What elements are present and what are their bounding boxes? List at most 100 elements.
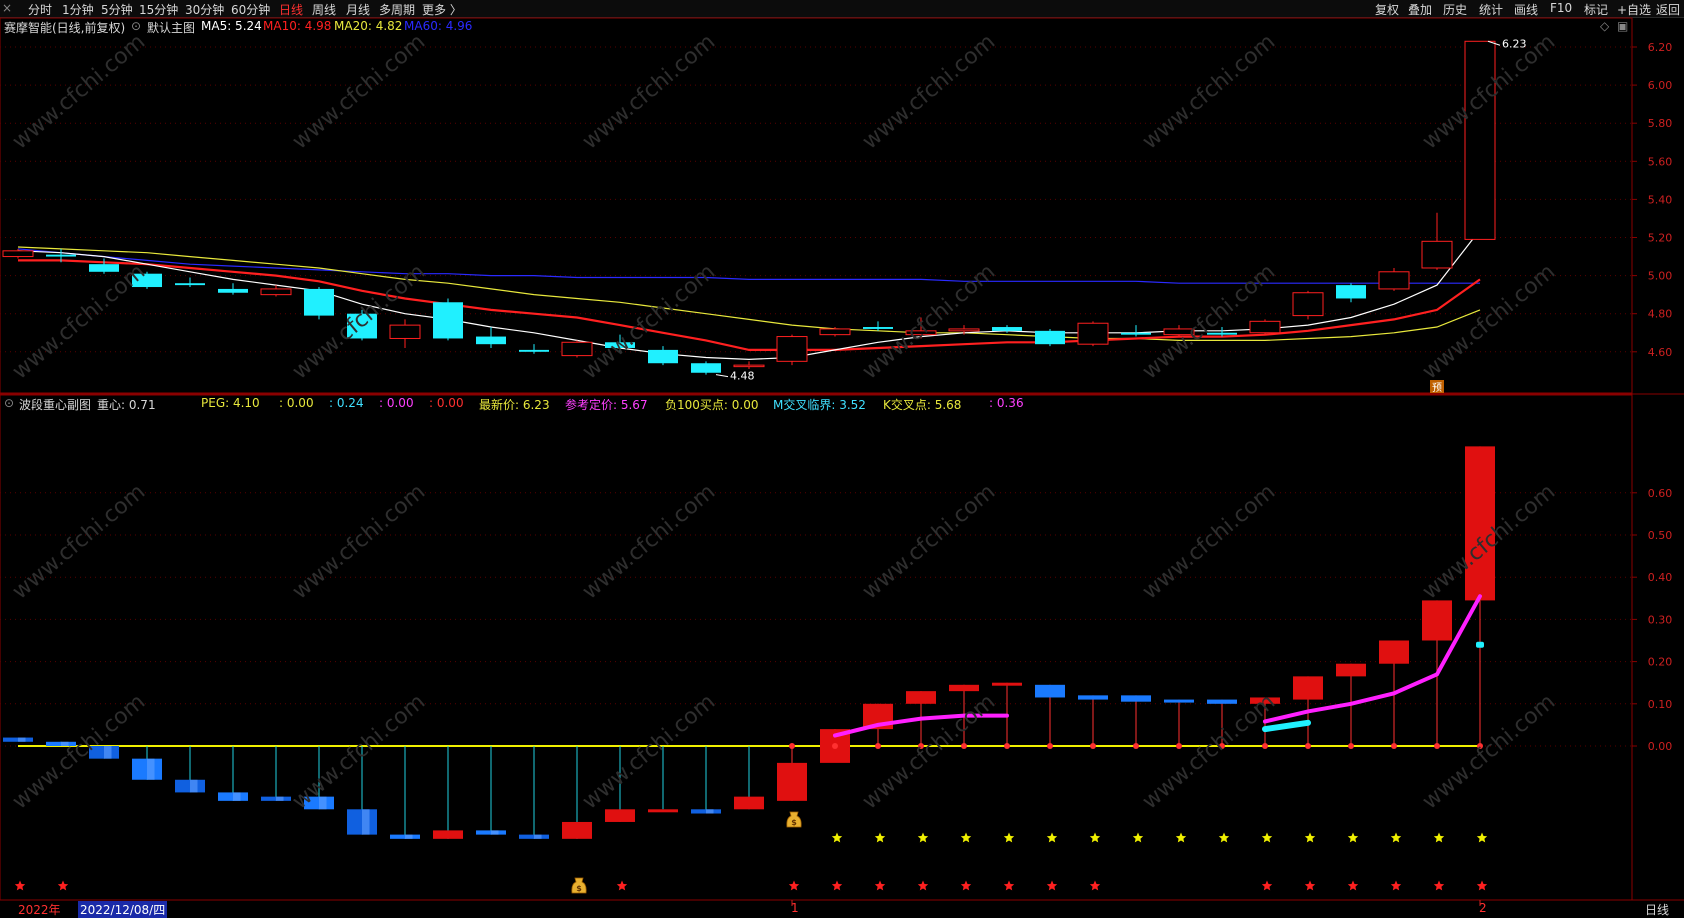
main-y-tick-label: 5.80 <box>1648 117 1673 130</box>
yellow-star-icon <box>1175 832 1187 843</box>
candle-body <box>476 336 506 345</box>
red-star-icon <box>1089 880 1101 891</box>
watermark-text: www.cfchi.com <box>8 29 150 154</box>
red-star-icon <box>960 880 972 891</box>
sub-bar <box>1422 600 1452 641</box>
sub-bar <box>992 682 1022 686</box>
yellow-star-icon <box>1046 832 1058 843</box>
yellow-star-icon <box>1433 832 1445 843</box>
sub-bar <box>949 684 979 692</box>
sub-bar <box>648 809 678 813</box>
main-y-tick-label: 6.20 <box>1648 41 1673 54</box>
candle-body <box>389 324 421 339</box>
sub-bar-highlight <box>190 779 198 793</box>
candle-body <box>304 288 334 316</box>
sub-bar-highlight <box>18 737 26 742</box>
year-label: 2022年 <box>18 903 61 917</box>
candle-body <box>1249 320 1281 334</box>
month-marker-2: 2 <box>1479 901 1487 915</box>
candle-body <box>1292 292 1324 317</box>
main-y-tick-label: 5.00 <box>1648 270 1673 283</box>
sub-y-tick-label: 0.10 <box>1648 698 1673 711</box>
sub-bar <box>1293 676 1323 700</box>
red-star-icon <box>1476 880 1488 891</box>
candle-body <box>519 349 549 352</box>
watermark-text: www.cfchi.com <box>858 29 1000 154</box>
sub-zero-dot <box>1004 743 1010 749</box>
sub-bar <box>1121 695 1151 702</box>
candle-body <box>691 363 721 373</box>
sub-zero-dot <box>1133 743 1139 749</box>
sub-zero-dot <box>961 743 967 749</box>
yellow-star-icon <box>917 832 929 843</box>
candle-body <box>175 283 205 286</box>
candle-body <box>46 254 76 257</box>
kline-chart[interactable]: 6.206.005.805.605.405.205.004.804.606.23… <box>0 0 1684 917</box>
sub-y-tick-label: 0.30 <box>1648 613 1673 626</box>
watermark-text: www.cfchi.com <box>288 479 430 604</box>
yellow-star-icon <box>1218 832 1230 843</box>
candle-body <box>89 264 119 272</box>
sub-bar-highlight <box>276 796 284 801</box>
sub-bar <box>605 809 635 822</box>
sub-zero-dot <box>1305 743 1311 749</box>
candle-body <box>776 336 808 362</box>
cursor-date-label: 2022/12/08/四 <box>78 901 168 918</box>
sub-bar-highlight <box>104 746 112 759</box>
time-axis-footer: 2022年 2022/12/08/四 1 2 日线 <box>0 900 1684 918</box>
red-star-icon <box>1304 880 1316 891</box>
sub-y-tick-label: 0.20 <box>1648 656 1673 669</box>
watermark-text: www.cfchi.com <box>578 29 720 154</box>
month-marker-1: 1 <box>791 901 799 915</box>
watermark-text: www.cfchi.com <box>1138 479 1280 604</box>
sub-bar <box>1336 663 1366 677</box>
red-star-icon <box>616 880 628 891</box>
watermark-text: www.cfchi.com <box>578 689 720 814</box>
money-bag-icon-symbol: $ <box>576 884 582 893</box>
red-star-icon <box>1347 880 1359 891</box>
sub-bar <box>906 691 936 704</box>
candle-body <box>948 328 980 332</box>
yellow-star-icon <box>831 832 843 843</box>
sub-bar <box>1164 699 1194 703</box>
sub-y-tick-label: 0.60 <box>1648 487 1673 500</box>
red-star-icon <box>917 880 929 891</box>
yellow-star-icon <box>1089 832 1101 843</box>
sub-bar-highlight <box>233 792 241 801</box>
watermark-text: www.cfchi.com <box>8 479 150 604</box>
candle-body <box>992 327 1022 331</box>
period-indicator: 日线 <box>1645 903 1670 917</box>
yellow-star-icon <box>1390 832 1402 843</box>
candle-body <box>1035 330 1065 345</box>
sub-zero-dot <box>789 743 795 749</box>
candle-body <box>1464 40 1496 240</box>
low-price-label: 4.48 <box>730 370 755 383</box>
candle-body <box>1121 332 1151 335</box>
cyan-line <box>1262 719 1311 733</box>
sub-y-tick-label: 0.00 <box>1648 740 1673 753</box>
yellow-star-icon <box>1347 832 1359 843</box>
candle-body <box>1336 285 1366 299</box>
sub-y-tick-label: 0.40 <box>1648 571 1673 584</box>
sub-zero-dot <box>1348 743 1354 749</box>
watermark-text: www.cfchi.com <box>1138 29 1280 154</box>
sub-bar <box>734 796 764 810</box>
main-y-tick-label: 5.20 <box>1648 232 1673 245</box>
watermark-text: www.cfchi.com <box>8 689 150 814</box>
candle-body <box>433 302 463 339</box>
yellow-star-icon <box>1132 832 1144 843</box>
sub-bar <box>1078 695 1108 700</box>
red-star-icon <box>1390 880 1402 891</box>
money-bag-icon-symbol: $ <box>791 818 797 827</box>
yellow-star-icon <box>1003 832 1015 843</box>
sub-bar <box>562 821 592 839</box>
candle-body <box>561 341 593 357</box>
candle-body <box>733 364 765 368</box>
candle-body <box>218 288 248 293</box>
red-star-icon <box>1261 880 1273 891</box>
yellow-star-icon <box>960 832 972 843</box>
yellow-star-icon <box>1261 832 1273 843</box>
sub-bar-highlight <box>491 830 499 835</box>
watermark-text: www.cfchi.com <box>288 259 430 384</box>
watermark-text: www.cfchi.com <box>858 479 1000 604</box>
